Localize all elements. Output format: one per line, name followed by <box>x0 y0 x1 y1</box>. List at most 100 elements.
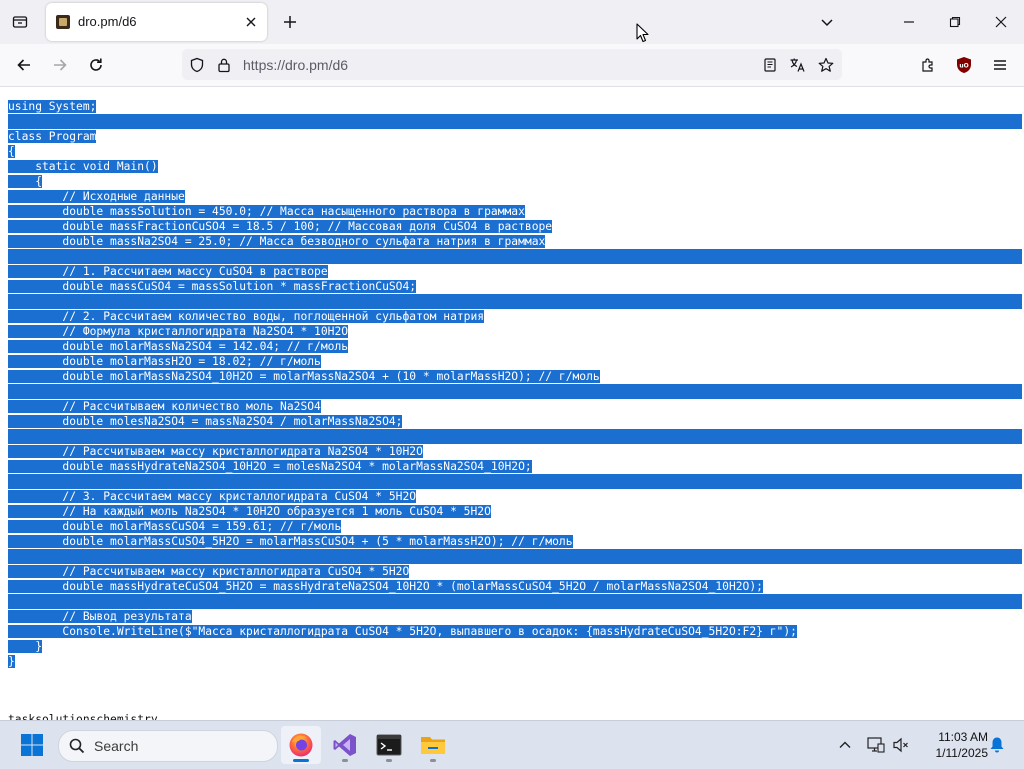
code-line: using System; <box>8 99 1022 114</box>
code-line: double molarMassNa2SO4_10H2O = molarMass… <box>8 369 1022 384</box>
volume-button[interactable] <box>889 733 913 757</box>
folder-icon <box>421 737 445 754</box>
code-line: // Рассчитываем количество моль Na2SO4 <box>8 399 1022 414</box>
active-app-indicator <box>293 759 309 762</box>
selected-code-text: Console.WriteLine($"Масса кристаллогидра… <box>8 625 797 638</box>
search-icon <box>69 738 85 754</box>
code-line <box>8 294 1022 309</box>
code-line: { <box>8 174 1022 189</box>
running-app-indicator <box>386 759 392 762</box>
bookmark-star-icon[interactable] <box>816 55 836 75</box>
start-button[interactable] <box>14 731 50 759</box>
selected-code-text: double massSolution = 450.0; // Масса на… <box>8 205 525 218</box>
forward-button[interactable] <box>47 52 73 78</box>
selected-code-text: // 2. Рассчитаем количество воды, поглощ… <box>8 310 485 323</box>
code-line: // 1. Рассчитаем массу CuSO4 в растворе <box>8 264 1022 279</box>
windows-taskbar: Search 11:03 AM 1/11/2025 <box>0 720 1024 769</box>
chevron-down-icon <box>821 19 833 27</box>
navigation-toolbar: https://dro.pm/d6 uO <box>0 44 1024 87</box>
puzzle-icon <box>922 58 933 72</box>
close-window-button[interactable] <box>986 8 1016 36</box>
ublock-origin-button[interactable]: uO <box>951 52 977 78</box>
code-line: { <box>8 144 1022 159</box>
selected-code-text: // Рассчитываем массу кристаллогидрата N… <box>8 445 423 458</box>
list-all-tabs-button[interactable] <box>815 10 839 34</box>
address-bar[interactable]: https://dro.pm/d6 <box>182 49 842 80</box>
selected-code-text <box>8 474 1022 489</box>
code-line: } <box>8 639 1022 654</box>
chevron-up-icon <box>839 741 851 748</box>
windows-logo-icon <box>21 734 43 756</box>
reload-button[interactable] <box>83 52 109 78</box>
selected-code-text: { <box>8 145 15 158</box>
speaker-muted-icon <box>893 737 908 753</box>
code-line <box>8 474 1022 489</box>
code-line <box>8 594 1022 609</box>
taskbar-file-explorer[interactable] <box>413 726 453 764</box>
site-favicon-icon <box>56 15 70 29</box>
selected-code-text <box>8 594 1022 609</box>
code-block[interactable]: using System; class Program { static void … <box>8 99 1022 669</box>
arrow-right-icon <box>54 59 67 71</box>
code-line: double massHydrateNa2SO4_10H2O = molesNa… <box>8 459 1022 474</box>
selected-code-text: double molesNa2SO4 = massNa2SO4 / molarM… <box>8 415 403 428</box>
network-status-button[interactable] <box>864 733 888 757</box>
extensions-button[interactable] <box>915 52 941 78</box>
lock-icon[interactable] <box>214 55 234 75</box>
firefox-view-icon[interactable] <box>8 10 32 34</box>
code-line: // Исходные данные <box>8 189 1022 204</box>
back-button[interactable] <box>11 52 37 78</box>
taskbar-terminal[interactable] <box>369 726 409 764</box>
taskbar-search-box[interactable]: Search <box>58 730 278 762</box>
selected-code-text <box>8 249 1022 264</box>
code-line: double molarMassCuSO4_5H2O = molarMassCu… <box>8 534 1022 549</box>
svg-text:uO: uO <box>959 63 968 70</box>
selected-code-text: // Исходные данные <box>8 190 185 203</box>
code-line: double molarMassNa2SO4 = 142.04; // г/мо… <box>8 339 1022 354</box>
selected-code-text: } <box>8 655 15 668</box>
code-line <box>8 429 1022 444</box>
selected-code-text: // На каждый моль Na2SO4 * 10H2O образуе… <box>8 505 491 518</box>
terminal-icon <box>376 734 402 756</box>
new-tab-button[interactable] <box>278 10 302 34</box>
selected-code-text: double massHydrateNa2SO4_10H2O = molesNa… <box>8 460 532 473</box>
minimize-button[interactable] <box>894 8 924 36</box>
taskbar-visual-studio[interactable] <box>325 726 365 764</box>
selected-code-text <box>8 384 1022 399</box>
tracking-protection-shield-icon[interactable] <box>187 55 207 75</box>
mouse-cursor-icon <box>636 23 649 43</box>
translate-icon[interactable] <box>788 55 808 75</box>
taskbar-clock[interactable]: 11:03 AM 1/11/2025 <box>918 729 989 761</box>
reader-view-icon[interactable] <box>760 55 780 75</box>
close-tab-icon[interactable] <box>241 12 261 32</box>
selected-code-text: class Program <box>8 130 97 143</box>
app-menu-button[interactable] <box>987 52 1013 78</box>
reload-icon <box>90 58 102 71</box>
selected-code-text: static void Main() <box>8 160 158 173</box>
network-icon <box>867 737 885 753</box>
selected-code-text: // Рассчитываем количество моль Na2SO4 <box>8 400 321 413</box>
selected-code-text: { <box>8 175 43 188</box>
maximize-button[interactable] <box>940 8 970 36</box>
code-line: static void Main() <box>8 159 1022 174</box>
selected-code-text: // Рассчитываем массу кристаллогидрата C… <box>8 565 410 578</box>
code-line: // Вывод результата <box>8 609 1022 624</box>
selected-code-text <box>8 429 1022 444</box>
taskbar-firefox[interactable] <box>281 726 321 764</box>
code-line: // 2. Рассчитаем количество воды, поглощ… <box>8 309 1022 324</box>
selected-code-text: double massFractionCuSO4 = 18.5 / 100; /… <box>8 220 553 233</box>
selected-code-text: double molarMassNa2SO4_10H2O = molarMass… <box>8 370 600 383</box>
selected-code-text: double massCuSO4 = massSolution * massFr… <box>8 280 417 293</box>
code-line: Console.WriteLine($"Масса кристаллогидра… <box>8 624 1022 639</box>
show-hidden-icons-button[interactable] <box>833 733 857 757</box>
code-line: class Program <box>8 129 1022 144</box>
clock-time: 11:03 AM <box>938 730 988 744</box>
tab-active[interactable]: dro.pm/d6 <box>46 3 267 41</box>
code-line: double massCuSO4 = massSolution * massFr… <box>8 279 1022 294</box>
notifications-button[interactable] <box>985 733 1009 757</box>
url-text[interactable]: https://dro.pm/d6 <box>243 57 348 73</box>
code-line: // Рассчитываем массу кристаллогидрата C… <box>8 564 1022 579</box>
firefox-icon <box>289 733 313 757</box>
running-app-indicator <box>342 759 348 762</box>
code-line: // Рассчитываем массу кристаллогидрата N… <box>8 444 1022 459</box>
